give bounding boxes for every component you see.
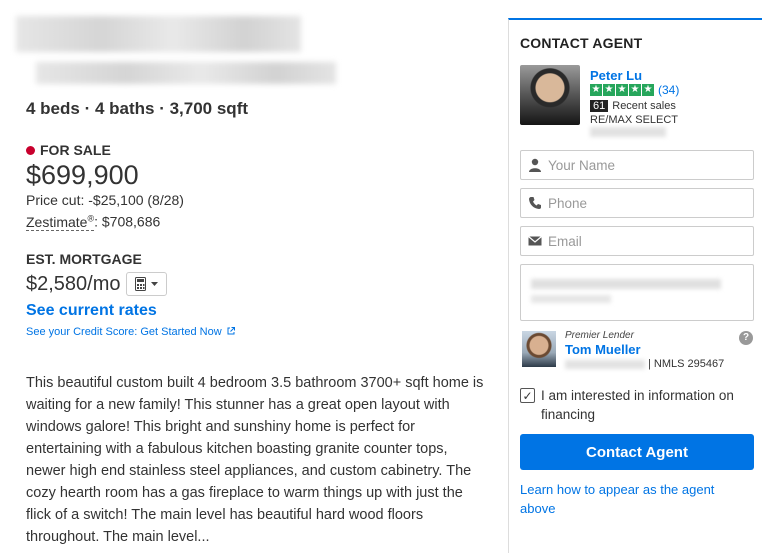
address-sub-blurred — [36, 62, 336, 84]
status-text: FOR SALE — [40, 142, 111, 158]
agent-name-link[interactable]: Peter Lu — [590, 68, 642, 83]
credit-score-link[interactable]: See your Credit Score: Get Started Now — [26, 326, 235, 338]
agent-phone-blurred — [590, 127, 666, 137]
star-icon: ★ — [629, 84, 641, 96]
see-current-rates-link[interactable]: See current rates — [26, 302, 157, 320]
premier-lender-label: Premier Lender — [565, 330, 634, 341]
financing-option[interactable]: ✓ I am interested in information on fina… — [520, 386, 754, 424]
agent-avatar[interactable] — [520, 65, 580, 125]
help-icon[interactable]: ? — [739, 331, 753, 345]
financing-checkbox[interactable]: ✓ — [520, 388, 535, 403]
listing-price: $699,900 — [26, 160, 139, 190]
message-blurred — [531, 279, 721, 289]
phone-placeholder: Phone — [548, 195, 588, 211]
agent-brokerage: RE/MAX SELECT — [590, 114, 679, 126]
lender-name-link[interactable]: Tom Mueller — [565, 342, 641, 357]
price-cut: Price cut: -$25,100 (8/28) — [26, 192, 184, 208]
listing-description: This beautiful custom built 4 bedroom 3.… — [26, 375, 484, 545]
contact-agent-panel: CONTACT AGENT Peter Lu ★ ★ ★ ★ ★ (34) 61… — [508, 18, 762, 553]
contact-agent-button[interactable]: Contact Agent — [520, 434, 754, 470]
status-dot-icon — [26, 145, 35, 155]
zestimate-value: : $708,686 — [94, 213, 161, 230]
message-blurred-2 — [531, 295, 611, 303]
address-blurred — [16, 16, 301, 52]
message-textarea[interactable] — [520, 264, 754, 321]
name-placeholder: Your Name — [548, 157, 616, 173]
chevron-down-icon — [150, 282, 158, 286]
mortgage-row: $2,580/mo — [26, 272, 167, 296]
listing-specs: 4 beds · 4 baths · 3,700 sqft — [26, 99, 249, 118]
recent-sales-label: Recent sales — [612, 100, 676, 112]
nmls-text: | NMLS 295467 — [648, 358, 725, 370]
recent-sales-count: 61 — [590, 100, 609, 112]
zestimate-label[interactable]: Zestimate® — [26, 213, 95, 231]
financing-label[interactable]: I am interested in information on financ… — [541, 386, 754, 424]
recent-sales: 61 Recent sales — [590, 100, 676, 112]
agent-rating[interactable]: ★ ★ ★ ★ ★ (34) — [590, 83, 679, 97]
calculator-icon — [134, 277, 146, 291]
external-link-icon — [227, 327, 235, 335]
envelope-icon — [528, 236, 542, 246]
lender-phone-blurred — [565, 359, 645, 369]
email-field[interactable]: Email — [520, 226, 754, 256]
learn-appear-link[interactable]: Learn how to appear as the agent above — [520, 480, 750, 518]
star-icon: ★ — [616, 84, 628, 96]
mortgage-title: EST. MORTGAGE — [26, 251, 142, 267]
user-icon — [529, 158, 541, 172]
status-label: FOR SALE — [26, 142, 111, 158]
star-icon: ★ — [642, 84, 654, 96]
star-icon: ★ — [590, 84, 602, 96]
email-placeholder: Email — [548, 233, 582, 249]
review-count-link[interactable]: (34) — [658, 83, 679, 97]
mortgage-value: $2,580/mo — [26, 272, 121, 295]
mortgage-calculator-button[interactable] — [125, 272, 167, 296]
name-field[interactable]: Your Name — [520, 150, 754, 180]
phone-field[interactable]: Phone — [520, 188, 754, 218]
lender-nmls: | NMLS 295467 — [565, 358, 724, 370]
phone-icon — [529, 197, 541, 209]
lender-avatar[interactable] — [522, 331, 556, 367]
panel-title: CONTACT AGENT — [520, 35, 643, 51]
zestimate: Zestimate®: $708,686 — [26, 213, 161, 231]
star-icon: ★ — [603, 84, 615, 96]
